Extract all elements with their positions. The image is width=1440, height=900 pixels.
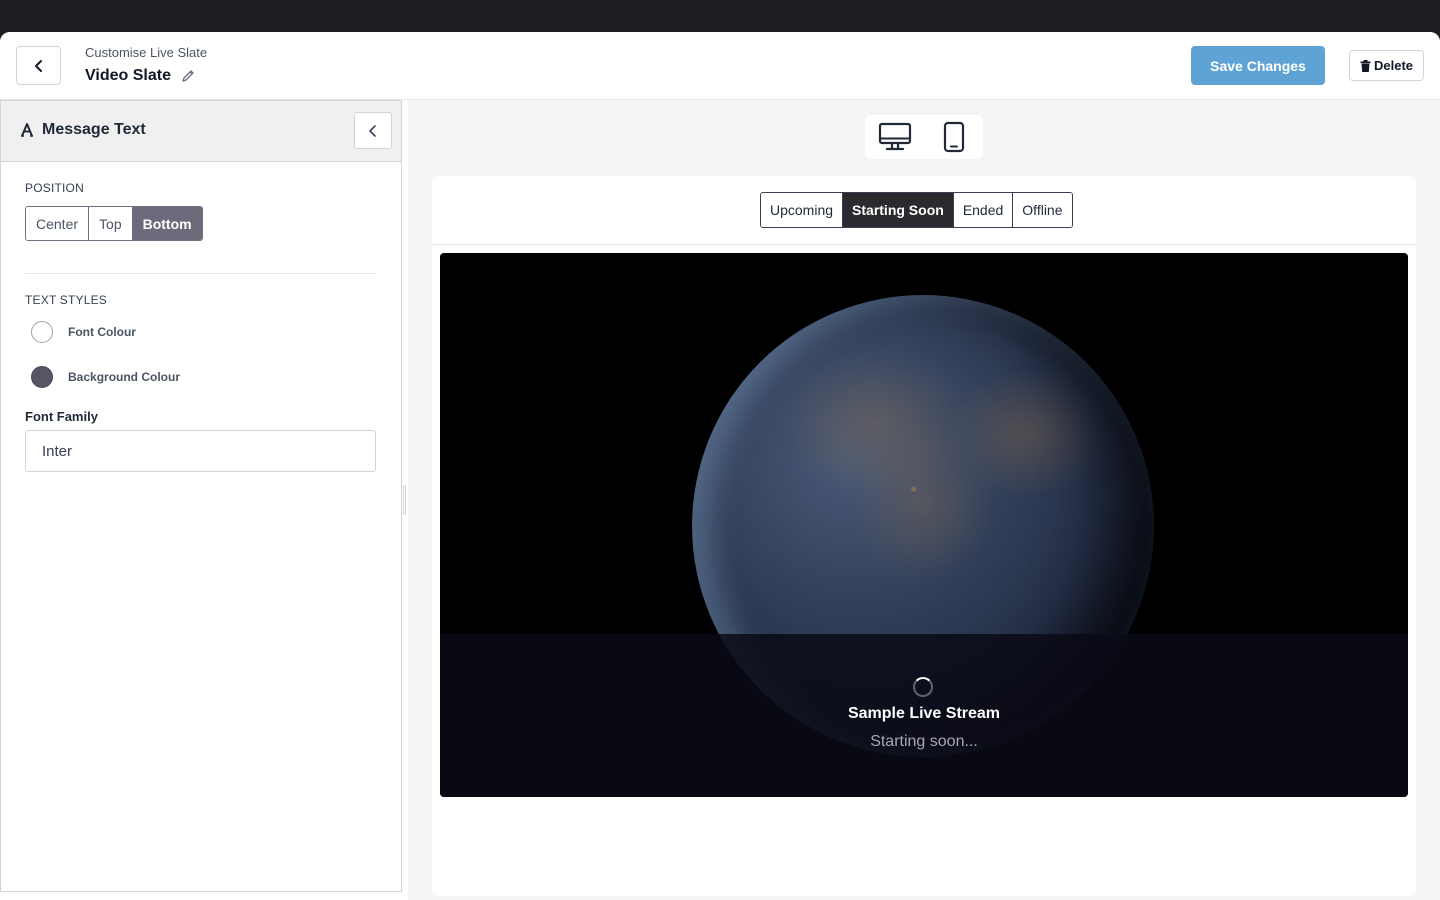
header: Customise Live Slate Video Slate Save Ch… — [0, 32, 1440, 100]
sidebar-title: Message Text — [42, 121, 146, 138]
stream-status: Starting soon... — [870, 733, 978, 750]
font-family-input[interactable] — [25, 430, 376, 472]
tab-upcoming[interactable]: Upcoming — [761, 193, 844, 227]
message-overlay: Sample Live Stream Starting soon... — [440, 634, 1408, 797]
delete-button-label: Delete — [1373, 58, 1414, 73]
text-styles-label: TEXT STYLES — [25, 293, 108, 307]
position-segmented-control: Center Top Bottom — [25, 206, 203, 241]
background-colour-swatch[interactable] — [31, 366, 53, 388]
device-toggle — [865, 115, 983, 159]
tab-ended[interactable]: Ended — [953, 193, 1014, 227]
chevron-left-icon — [369, 124, 376, 137]
page-title: Video Slate — [85, 67, 171, 84]
title-row: Video Slate — [85, 66, 207, 86]
slate-state-tabs: Upcoming Starting Soon Ended Offline — [760, 192, 1073, 228]
position-label: POSITION — [25, 181, 84, 195]
video-slate-preview: Sample Live Stream Starting soon... — [440, 253, 1408, 797]
position-option-center[interactable]: Center — [26, 207, 90, 240]
title-block: Customise Live Slate Video Slate — [85, 45, 207, 86]
stream-title: Sample Live Stream — [847, 705, 1001, 722]
card-divider — [432, 244, 1416, 245]
font-colour-swatch[interactable] — [31, 321, 53, 343]
back-button[interactable] — [16, 46, 61, 85]
position-option-top[interactable]: Top — [89, 207, 133, 240]
background-colour-label: Background Colour — [68, 370, 181, 384]
desktop-view-button[interactable] — [870, 117, 920, 157]
pencil-icon[interactable] — [181, 69, 195, 83]
preview-card: Upcoming Starting Soon Ended Offline Sam… — [432, 176, 1416, 896]
font-family-label: Font Family — [25, 409, 98, 424]
delete-button[interactable]: Delete — [1349, 50, 1424, 81]
loading-spinner-icon — [913, 677, 933, 697]
settings-sidebar: Message Text POSITION Center Top Bottom … — [0, 100, 402, 892]
section-divider — [25, 273, 376, 274]
chevron-left-icon — [34, 59, 42, 72]
app-window: Customise Live Slate Video Slate Save Ch… — [0, 32, 1440, 900]
collapse-sidebar-button[interactable] — [354, 112, 392, 149]
font-colour-picker[interactable]: Font Colour — [31, 321, 136, 343]
position-option-bottom[interactable]: Bottom — [132, 207, 202, 240]
text-format-icon — [20, 123, 34, 142]
tab-starting-soon[interactable]: Starting Soon — [843, 193, 954, 227]
panel-resize-handle[interactable] — [403, 485, 406, 515]
trash-icon — [1360, 59, 1371, 72]
sidebar-header: Message Text — [1, 101, 401, 162]
page-subtitle: Customise Live Slate — [85, 45, 208, 60]
mobile-icon — [943, 121, 964, 153]
preview-area: Upcoming Starting Soon Ended Offline Sam… — [408, 100, 1440, 900]
font-colour-label: Font Colour — [68, 325, 136, 339]
mobile-view-button[interactable] — [929, 117, 979, 157]
tab-offline[interactable]: Offline — [1013, 193, 1072, 227]
background-colour-picker[interactable]: Background Colour — [31, 366, 180, 388]
desktop-icon — [878, 122, 911, 151]
save-changes-button[interactable]: Save Changes — [1191, 46, 1325, 85]
